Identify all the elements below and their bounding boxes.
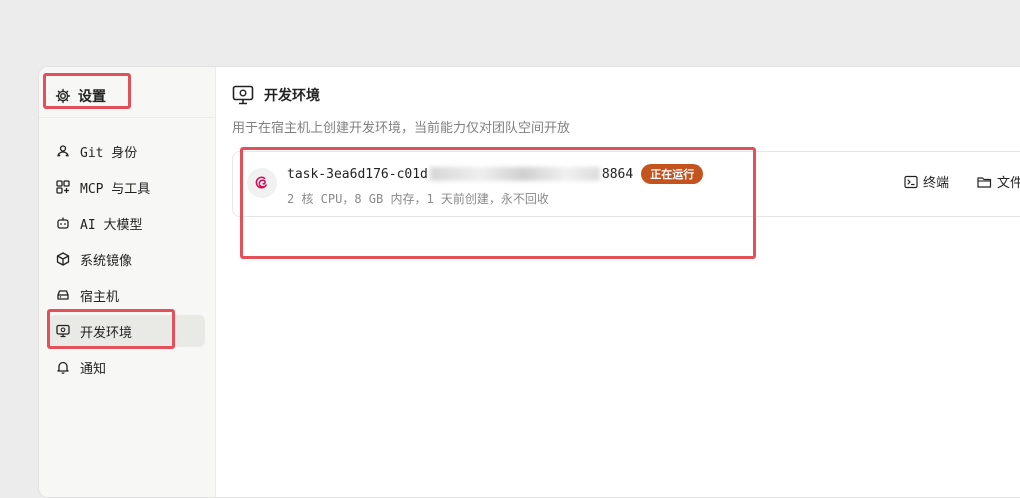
sidebar-item-label: MCP 与工具 [80,181,151,197]
redacted-region [429,167,600,181]
sidebar-divider [39,117,215,118]
sidebar-item-label: 宿主机 [80,289,120,305]
mcp-tools-icon [55,179,71,195]
sidebar-item-label: 通知 [80,361,107,377]
sidebar-item-mcp[interactable]: MCP 与工具 [49,171,205,203]
monitor-icon [55,323,71,339]
git-identity-icon [55,143,71,159]
environment-actions: 终端 文件 ⋮ [904,172,1020,191]
debian-icon [247,168,277,198]
sidebar-header-label: 设置 [78,89,106,105]
sidebar-item-ai-model[interactable]: AI 大模型 [49,207,205,239]
sidebar-item-label: 开发环境 [80,325,133,341]
cube-icon [55,251,71,267]
monitor-icon [232,85,254,105]
sidebar-item-label: AI 大模型 [80,217,143,233]
sidebar-header: 设置 [55,85,106,107]
robot-icon [55,215,71,231]
files-label: 文件 [996,176,1020,191]
main-content: 开发环境 用于在宿主机上创建开发环境，当前能力仅对团队空间开放 task-3ea… [216,67,1020,497]
page-title-row: 开发环境 [232,85,320,105]
sidebar-item-dev-env[interactable]: 开发环境 [49,315,205,347]
terminal-icon [904,175,918,189]
sidebar: 设置 Git 身份 MCP 与工具 AI 大模型 系统镜像 宿主机 开发环境 通… [39,67,216,497]
environment-card[interactable]: task-3ea6d176-c01d 8864 正在运行 2 核 CPU，8 G… [232,151,1020,217]
terminal-label: 终端 [922,176,949,191]
sidebar-item-label: Git 身份 [80,145,138,161]
bell-icon [55,359,71,375]
page-title: 开发环境 [264,88,320,104]
sidebar-item-git[interactable]: Git 身份 [49,135,205,167]
environment-spec: 2 核 CPU，8 GB 内存，1 天前创建，永不回收 [287,192,549,206]
files-button[interactable]: 文件 [977,172,1020,191]
sidebar-item-label: 系统镜像 [80,253,133,269]
environment-name-prefix: task-3ea6d176-c01d [287,166,428,182]
settings-window: 设置 Git 身份 MCP 与工具 AI 大模型 系统镜像 宿主机 开发环境 通… [38,66,1020,498]
status-badge: 正在运行 [641,164,704,184]
terminal-button[interactable]: 终端 [904,172,949,191]
gear-icon [55,88,71,104]
sidebar-item-system-image[interactable]: 系统镜像 [49,243,205,275]
host-server-icon [55,287,71,303]
page-subtitle: 用于在宿主机上创建开发环境，当前能力仅对团队空间开放 [232,121,571,136]
environment-name: task-3ea6d176-c01d 8864 正在运行 [287,164,704,184]
sidebar-item-notifications[interactable]: 通知 [49,351,205,383]
environment-name-suffix: 8864 [601,166,634,182]
folder-icon [977,175,992,189]
sidebar-item-host[interactable]: 宿主机 [49,279,205,311]
